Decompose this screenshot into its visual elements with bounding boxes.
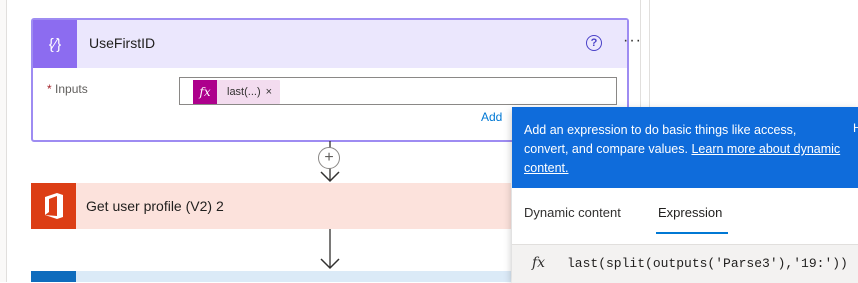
get-user-profile-card[interactable]: Get user profile (V2) 2 — [31, 183, 511, 229]
next-action-icon — [31, 271, 76, 282]
expression-value[interactable]: last(split(outputs('Parse3'),'19:')) — [567, 256, 848, 271]
insert-step-button[interactable]: + — [318, 147, 340, 169]
office-logo-svg — [44, 193, 63, 219]
next-action-card[interactable] — [31, 271, 511, 282]
hide-link-partial[interactable]: H — [853, 121, 858, 135]
plus-icon: + — [324, 149, 334, 166]
tab-expression[interactable]: Expression — [658, 205, 722, 220]
popup-header: Add an expression to do basic things lik… — [512, 107, 858, 188]
tab-dynamic-content[interactable]: Dynamic content — [524, 205, 621, 220]
dynamic-content-popup: Add an expression to do basic things lik… — [512, 107, 858, 283]
expression-input[interactable]: fx last(split(outputs('Parse3'),'19:')) — [512, 244, 858, 283]
office-card-title[interactable]: Get user profile (V2) 2 — [86, 198, 224, 214]
office-logo-icon — [31, 183, 76, 229]
fx-icon: fx — [532, 255, 546, 271]
popup-description: Add an expression to do basic things lik… — [524, 123, 841, 175]
selected-tab-indicator — [656, 232, 728, 234]
